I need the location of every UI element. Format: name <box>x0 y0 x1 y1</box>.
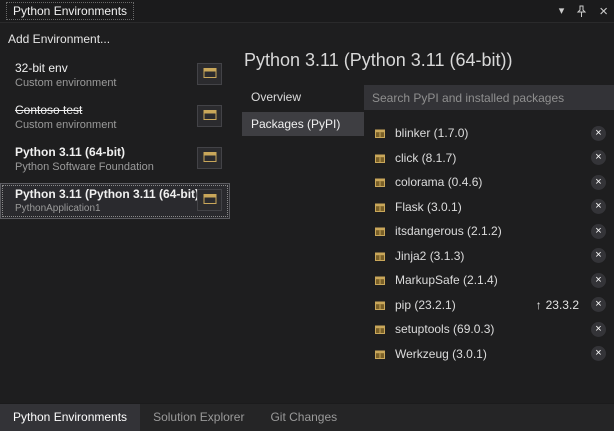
bottom-tab-git-changes[interactable]: Git Changes <box>257 404 350 431</box>
search-input[interactable] <box>364 85 614 110</box>
package-row[interactable]: pip (23.2.1) ↑ 23.3.2 × <box>364 293 614 318</box>
environment-item-32bit[interactable]: 32-bit env Custom environment <box>0 57 230 94</box>
main-content: Add Environment... 32-bit env Custom env… <box>0 23 614 403</box>
uninstall-package-button[interactable]: × <box>591 224 606 239</box>
tool-window-title: Python Environments <box>6 2 134 20</box>
close-icon: × <box>595 200 601 213</box>
package-row[interactable]: setuptools (69.0.3) ↑ × <box>364 317 614 342</box>
uninstall-package-button[interactable]: × <box>591 346 606 361</box>
close-icon: × <box>595 274 601 287</box>
environment-name: 32-bit env <box>15 61 197 75</box>
close-icon: × <box>595 298 601 311</box>
close-icon: × <box>595 151 601 164</box>
uninstall-package-button[interactable]: × <box>591 175 606 190</box>
uninstall-package-button[interactable]: × <box>591 199 606 214</box>
uninstall-package-button[interactable]: × <box>591 126 606 141</box>
package-list: blinker (1.7.0) ↑ × click (8.1.7) ↑ × <box>364 121 614 366</box>
close-icon: × <box>595 225 601 238</box>
environment-name: Python 3.11 (64-bit) <box>15 145 197 159</box>
close-icon: × <box>595 323 601 336</box>
close-icon: × <box>595 249 601 262</box>
pin-icon[interactable] <box>576 5 587 18</box>
interactive-window-icon <box>203 193 217 208</box>
package-icon <box>374 250 386 262</box>
close-icon: × <box>595 127 601 140</box>
environment-list: Add Environment... 32-bit env Custom env… <box>0 23 232 403</box>
environment-description: Custom environment <box>15 119 197 131</box>
python-environments-panel: Python Environments ▾ × Add Environment.… <box>0 0 614 23</box>
uninstall-package-button[interactable]: × <box>591 248 606 263</box>
package-name: setuptools (69.0.3) <box>395 322 591 336</box>
open-interactive-window-button[interactable] <box>197 105 222 127</box>
close-icon: × <box>595 176 601 189</box>
uninstall-package-button[interactable]: × <box>591 273 606 288</box>
package-update[interactable]: ↑ 23.3.2 <box>536 298 579 312</box>
environment-detail-panel: Python 3.11 (Python 3.11 (64-bit)) Overv… <box>232 23 614 403</box>
package-name: Flask (3.0.1) <box>395 200 591 214</box>
package-row[interactable]: blinker (1.7.0) ↑ × <box>364 121 614 146</box>
package-row[interactable]: Flask (3.0.1) ↑ × <box>364 195 614 220</box>
close-icon[interactable]: × <box>599 4 608 19</box>
update-arrow-icon: ↑ <box>536 298 542 312</box>
package-icon <box>374 323 386 335</box>
package-row[interactable]: Jinja2 (3.1.3) ↑ × <box>364 244 614 269</box>
bottom-tab-solution-explorer[interactable]: Solution Explorer <box>140 404 257 431</box>
package-name: colorama (0.4.6) <box>395 175 591 189</box>
tab-overview[interactable]: Overview <box>242 85 364 109</box>
package-name: click (8.1.7) <box>395 151 591 165</box>
package-name: blinker (1.7.0) <box>395 126 591 140</box>
environment-description: Python Software Foundation <box>15 161 197 173</box>
interactive-window-icon <box>203 109 217 124</box>
packages-pane: blinker (1.7.0) ↑ × click (8.1.7) ↑ × <box>364 85 614 403</box>
package-name: itsdangerous (2.1.2) <box>395 224 591 238</box>
package-icon <box>374 127 386 139</box>
uninstall-package-button[interactable]: × <box>591 150 606 165</box>
bottom-tab-bar: Python Environments Solution Explorer Gi… <box>0 403 614 431</box>
package-name: MarkupSafe (2.1.4) <box>395 273 591 287</box>
titlebar-buttons: ▾ × <box>559 4 608 19</box>
environment-name: Python 3.11 (Python 3.11 (64-bit)) <box>15 187 197 201</box>
environment-description: Custom environment <box>15 77 197 89</box>
package-icon <box>374 201 386 213</box>
tool-window-titlebar: Python Environments ▾ × <box>0 0 614 23</box>
package-icon <box>374 225 386 237</box>
package-row[interactable]: colorama (0.4.6) ↑ × <box>364 170 614 195</box>
open-interactive-window-button[interactable] <box>197 147 222 169</box>
open-interactive-window-button[interactable] <box>197 189 222 211</box>
uninstall-package-button[interactable]: × <box>591 297 606 312</box>
package-row[interactable]: click (8.1.7) ↑ × <box>364 146 614 171</box>
interactive-window-icon <box>203 151 217 166</box>
environment-name: Contoso test <box>15 103 197 117</box>
package-name: Jinja2 (3.1.3) <box>395 249 591 263</box>
package-icon <box>374 348 386 360</box>
package-name: pip (23.2.1) <box>395 298 536 312</box>
package-row[interactable]: Werkzeug (3.0.1) ↑ × <box>364 342 614 367</box>
update-version: 23.3.2 <box>546 298 579 312</box>
package-row[interactable]: MarkupSafe (2.1.4) ↑ × <box>364 268 614 293</box>
package-icon <box>374 274 386 286</box>
environment-item-selected[interactable]: Python 3.11 (Python 3.11 (64-bit)) Pytho… <box>0 183 230 219</box>
close-icon: × <box>595 347 601 360</box>
window-position-menu-icon[interactable]: ▾ <box>559 6 565 17</box>
search-box <box>364 85 614 110</box>
environment-item-contoso[interactable]: Contoso test Custom environment <box>0 99 230 136</box>
tab-packages-pypi[interactable]: Packages (PyPI) <box>242 112 364 136</box>
environment-item-python311[interactable]: Python 3.11 (64-bit) Python Software Fou… <box>0 141 230 178</box>
package-icon <box>374 299 386 311</box>
detail-tabs: Overview Packages (PyPI) <box>242 85 364 403</box>
uninstall-package-button[interactable]: × <box>591 322 606 337</box>
bottom-tab-python-environments[interactable]: Python Environments <box>0 404 140 431</box>
package-name: Werkzeug (3.0.1) <box>395 347 591 361</box>
open-interactive-window-button[interactable] <box>197 63 222 85</box>
package-row[interactable]: itsdangerous (2.1.2) ↑ × <box>364 219 614 244</box>
environment-description: PythonApplication1 <box>15 203 197 214</box>
interactive-window-icon <box>203 67 217 82</box>
package-icon <box>374 152 386 164</box>
detail-body: Overview Packages (PyPI) blinker (1.7.0)… <box>242 85 614 403</box>
environment-detail-title: Python 3.11 (Python 3.11 (64-bit)) <box>244 50 614 71</box>
add-environment-link[interactable]: Add Environment... <box>0 28 232 57</box>
package-icon <box>374 176 386 188</box>
